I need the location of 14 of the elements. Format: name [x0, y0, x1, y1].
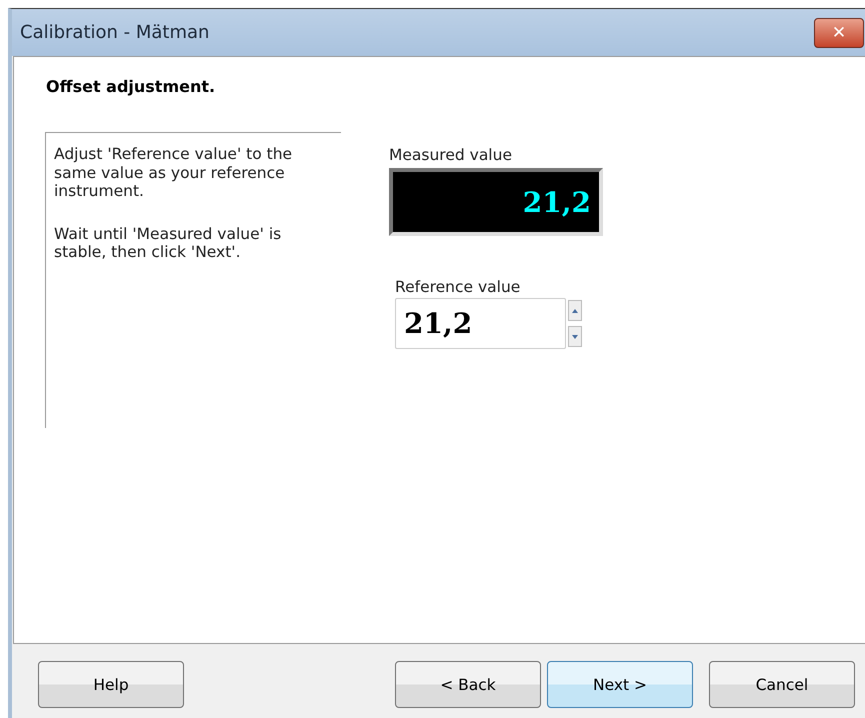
reference-value-field[interactable]: 21,2 [395, 298, 566, 349]
spin-down-icon[interactable] [568, 326, 582, 347]
window-title: Calibration - Mätman [20, 22, 210, 43]
instruction-text: Adjust 'Reference value' to the same value as your reference instrument. [54, 145, 294, 201]
reference-value-label: Reference value [395, 278, 520, 296]
step-heading: Offset adjustment. [46, 77, 216, 96]
next-button[interactable]: Next > [547, 661, 693, 708]
spin-up-icon[interactable] [568, 300, 582, 321]
back-button[interactable]: < Back [395, 661, 541, 708]
cancel-button[interactable]: Cancel [709, 661, 855, 708]
measured-value-display: 21,2 [389, 168, 603, 236]
measured-value-label: Measured value [389, 146, 512, 164]
help-button[interactable]: Help [38, 661, 184, 708]
instruction-text: Wait until 'Measured value' is stable, then click 'Next'. [54, 224, 282, 262]
